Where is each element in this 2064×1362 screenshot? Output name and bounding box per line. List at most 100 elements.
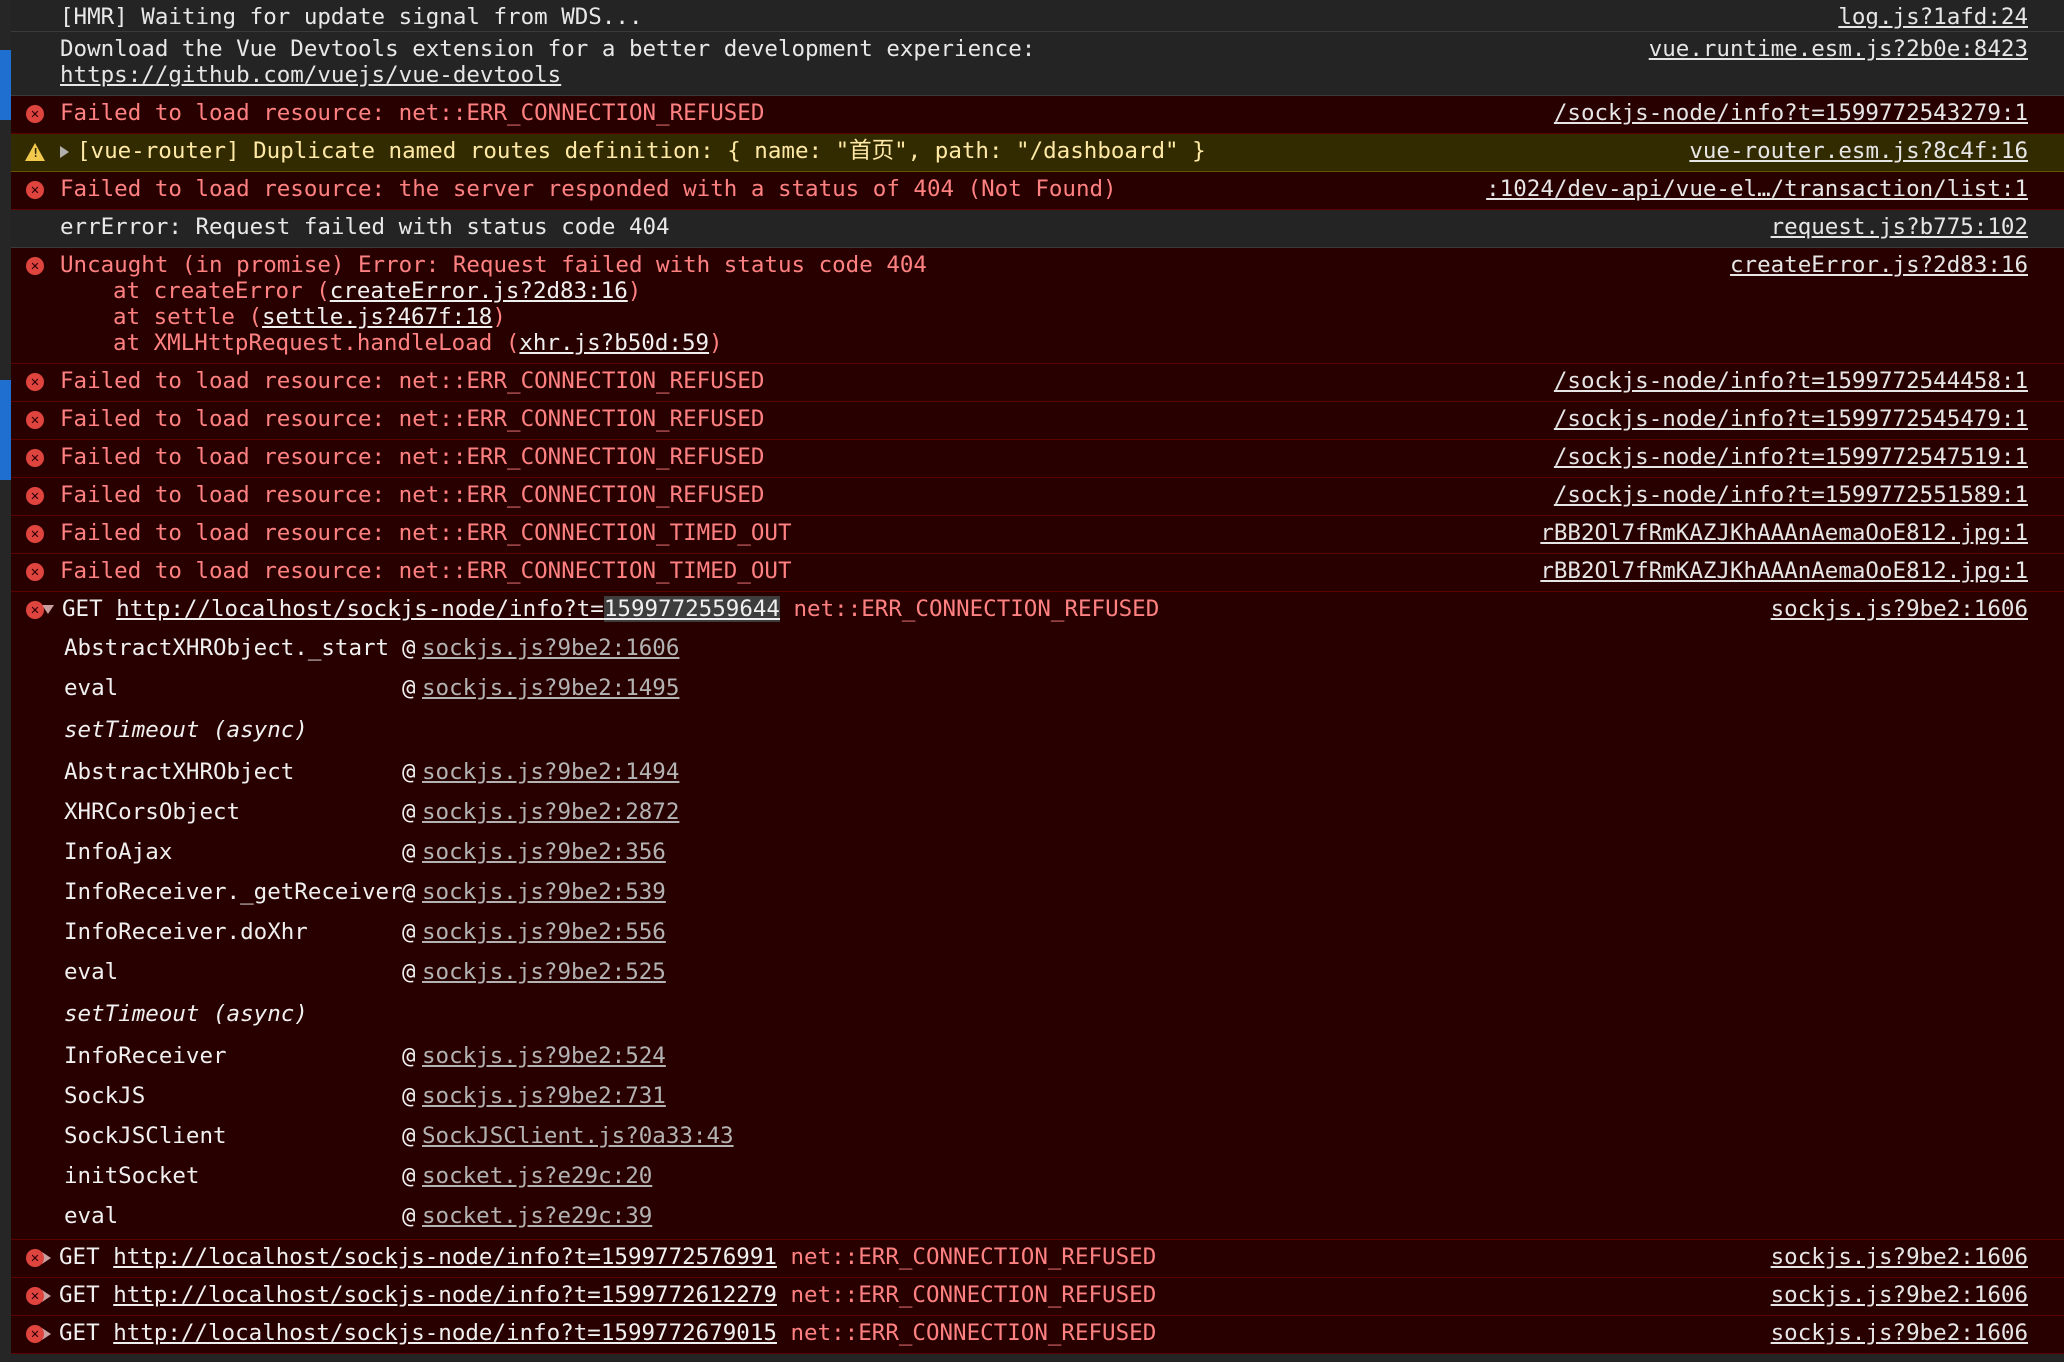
- frame-link[interactable]: sockjs.js?9be2:1494: [422, 759, 679, 785]
- frame-link[interactable]: sockjs.js?9be2:556: [422, 919, 666, 945]
- network-error: net::ERR_CONNECTION_REFUSED: [790, 1282, 1157, 1308]
- stack-line: at XMLHttpRequest.handleLoad (xhr.js?b50…: [113, 330, 723, 356]
- source-link[interactable]: /sockjs-node/info?t=1599772544458:1: [1554, 368, 2028, 394]
- stack-trace: AbstractXHRObject._start @ sockjs.js?9be2:…: [60, 622, 2028, 1244]
- source-link[interactable]: /sockjs-node/info?t=1599772543279:1: [1554, 100, 2028, 126]
- stack-frame: AbstractXHRObject @ sockjs.js?9be2:1494: [64, 759, 680, 785]
- source-link[interactable]: log.js?1afd:24: [1838, 4, 2028, 30]
- error-icon: ✕: [26, 525, 44, 543]
- console-message-error[interactable]: ✕ Failed to load resource: net::ERR_CONN…: [11, 554, 2064, 592]
- message-text: Failed to load resource: net::ERR_CONNEC…: [60, 482, 765, 508]
- console-message-warning[interactable]: [vue-router] Duplicate named routes defi…: [11, 134, 2064, 172]
- source-link[interactable]: sockjs.js?9be2:1606: [1771, 1282, 2028, 1308]
- stack-frame: SockJS @ sockjs.js?9be2:731: [64, 1083, 666, 1109]
- source-link[interactable]: vue-router.esm.js?8c4f:16: [1689, 138, 2028, 164]
- stack-frame: initSocket @ socket.js?e29c:20: [64, 1163, 653, 1189]
- stack-frame: eval @ sockjs.js?9be2:525: [64, 959, 666, 985]
- error-icon: ✕: [26, 487, 44, 505]
- frame-link[interactable]: sockjs.js?9be2:539: [422, 879, 666, 905]
- frame-link[interactable]: sockjs.js?9be2:1495: [422, 675, 679, 701]
- left-gutter: [0, 0, 11, 1362]
- console-message-error[interactable]: ✕ Failed to load resource: net::ERR_CONN…: [11, 364, 2064, 402]
- stack-frame: AbstractXHRObject._start @ sockjs.js?9be2:…: [64, 635, 680, 661]
- message-text: Failed to load resource: net::ERR_CONNEC…: [60, 406, 765, 432]
- message-text: [HMR] Waiting for update signal from WDS…: [60, 4, 643, 30]
- message-text: Failed to load resource: net::ERR_CONNEC…: [60, 520, 792, 546]
- source-link[interactable]: request.js?b775:102: [1771, 214, 2028, 240]
- frame-link[interactable]: SockJSClient.js?0a33:43: [422, 1123, 734, 1149]
- request-url[interactable]: http://localhost/sockjs-node/info?t=1599…: [113, 1244, 777, 1270]
- network-error: net::ERR_CONNECTION_REFUSED: [793, 596, 1160, 622]
- frame-link[interactable]: sockjs.js?9be2:525: [422, 959, 666, 985]
- frame-link[interactable]: sockjs.js?9be2:1606: [422, 635, 679, 661]
- console-message-error[interactable]: ✕ GET http://localhost/sockjs-node/info?…: [11, 1240, 2064, 1278]
- console-message-error[interactable]: ✕ Failed to load resource: net::ERR_CONN…: [11, 516, 2064, 554]
- frame-link[interactable]: socket.js?e29c:20: [422, 1163, 652, 1189]
- console-message-error[interactable]: ✕ Failed to load resource: net::ERR_CONN…: [11, 440, 2064, 478]
- error-icon: ✕: [26, 1287, 44, 1305]
- stack-frame: InfoReceiver._getReceiver @ sockjs.js?9be2…: [64, 879, 666, 905]
- console-message-error[interactable]: ✕ Uncaught (in promise) Error: Request f…: [11, 248, 2064, 364]
- stack-frame: eval @ socket.js?e29c:39: [64, 1203, 653, 1229]
- network-error: net::ERR_CONNECTION_REFUSED: [790, 1320, 1157, 1346]
- frame-link[interactable]: sockjs.js?9be2:2872: [422, 799, 679, 825]
- frame-link[interactable]: sockjs.js?9be2:524: [422, 1043, 666, 1069]
- stack-line: at settle (settle.js?467f:18): [113, 304, 506, 330]
- console-message-error[interactable]: ✕ Failed to load resource: net::ERR_CONN…: [11, 478, 2064, 516]
- request-url[interactable]: http://localhost/sockjs-node/info?t=1599…: [113, 1282, 777, 1308]
- message-text: [vue-router] Duplicate named routes defi…: [77, 138, 1206, 164]
- source-link[interactable]: :1024/dev-api/vue-el…/transaction/list:1: [1486, 176, 2028, 202]
- console-message-error[interactable]: ✕ GET http://localhost/sockjs-node/info?…: [11, 1316, 2064, 1354]
- selection-marker: [0, 380, 11, 480]
- message-text: Failed to load resource: the server resp…: [60, 176, 1117, 202]
- source-link[interactable]: /sockjs-node/info?t=1599772545479:1: [1554, 406, 2028, 432]
- async-separator: setTimeout (async): [64, 1001, 308, 1027]
- http-method: GET: [59, 1282, 100, 1308]
- stack-frame: InfoReceiver.doXhr @ sockjs.js?9be2:556: [64, 919, 666, 945]
- source-link[interactable]: vue.runtime.esm.js?2b0e:8423: [1649, 36, 2028, 62]
- error-icon: ✕: [26, 1325, 44, 1343]
- source-link[interactable]: rBB2Ol7fRmKAZJKhAAAnAemaOoE812.jpg:1: [1540, 520, 2028, 546]
- console-message-error[interactable]: ✕ GET http://localhost/sockjs-node/info?…: [11, 1278, 2064, 1316]
- stack-link[interactable]: xhr.js?b50d:59: [519, 330, 709, 356]
- selection-marker: [0, 50, 11, 120]
- error-icon: ✕: [26, 449, 44, 467]
- console-message-log[interactable]: Download the Vue Devtools extension for …: [11, 32, 2064, 96]
- stack-frame: XHRCorsObject @ sockjs.js?9be2:2872: [64, 799, 680, 825]
- error-icon: ✕: [26, 181, 44, 199]
- request-url[interactable]: http://localhost/sockjs-node/info?t=1599…: [113, 1320, 777, 1346]
- frame-link[interactable]: socket.js?e29c:39: [422, 1203, 652, 1229]
- console-message-log[interactable]: errError: Request failed with status cod…: [11, 210, 2064, 248]
- source-link[interactable]: /sockjs-node/info?t=1599772551589:1: [1554, 482, 2028, 508]
- console-message-error[interactable]: ✕ Failed to load resource: net::ERR_CONN…: [11, 402, 2064, 440]
- source-link[interactable]: createError.js?2d83:16: [1730, 252, 2028, 278]
- stack-frame: InfoReceiver @ sockjs.js?9be2:524: [64, 1043, 666, 1069]
- error-icon: ✕: [26, 373, 44, 391]
- source-link[interactable]: /sockjs-node/info?t=1599772547519:1: [1554, 444, 2028, 470]
- stack-line: at createError (createError.js?2d83:16): [113, 278, 642, 304]
- console-message-error[interactable]: ✕ Failed to load resource: net::ERR_CONN…: [11, 96, 2064, 134]
- network-error: net::ERR_CONNECTION_REFUSED: [790, 1244, 1157, 1270]
- expand-triangle-icon[interactable]: [60, 145, 69, 158]
- stack-link[interactable]: createError.js?2d83:16: [330, 278, 628, 304]
- error-icon: ✕: [26, 411, 44, 429]
- http-method: GET: [59, 1244, 100, 1270]
- frame-link[interactable]: sockjs.js?9be2:356: [422, 839, 666, 865]
- stack-frame: InfoAjax @ sockjs.js?9be2:356: [64, 839, 666, 865]
- console-message-error[interactable]: ✕ Failed to load resource: the server re…: [11, 172, 2064, 210]
- source-link[interactable]: sockjs.js?9be2:1606: [1771, 1244, 2028, 1270]
- http-method: GET: [59, 1320, 100, 1346]
- frame-link[interactable]: sockjs.js?9be2:731: [422, 1083, 666, 1109]
- console-message-error-expanded[interactable]: ✕ GET http://localhost/sockjs-node/info?…: [11, 592, 2064, 1240]
- source-link[interactable]: sockjs.js?9be2:1606: [1771, 596, 2028, 622]
- http-method: GET: [62, 596, 103, 622]
- error-icon: ✕: [26, 563, 44, 581]
- devtools-link[interactable]: https://github.com/vuejs/vue-devtools: [60, 62, 561, 88]
- stack-link[interactable]: settle.js?467f:18: [262, 304, 492, 330]
- source-link[interactable]: sockjs.js?9be2:1606: [1771, 1320, 2028, 1346]
- stack-frame: SockJSClient @ SockJSClient.js?0a33:43: [64, 1123, 734, 1149]
- request-url[interactable]: http://localhost/sockjs-node/info?t=1599…: [116, 596, 780, 622]
- console-message-log[interactable]: [HMR] Waiting for update signal from WDS…: [11, 0, 2064, 32]
- source-link[interactable]: rBB2Ol7fRmKAZJKhAAAnAemaOoE812.jpg:1: [1540, 558, 2028, 584]
- async-separator: setTimeout (async): [64, 717, 308, 743]
